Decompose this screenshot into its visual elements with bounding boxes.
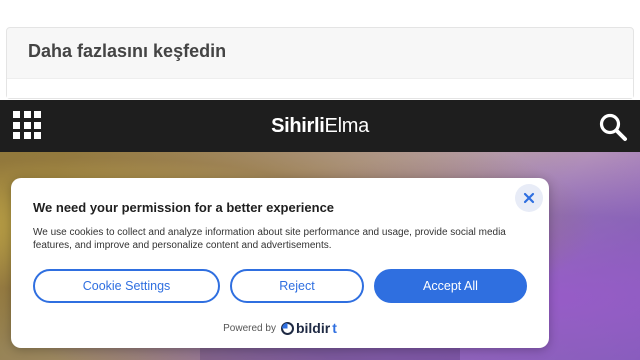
search-icon[interactable] — [598, 112, 628, 142]
logo-light-text: Elma — [324, 115, 370, 137]
site-logo[interactable]: SihirliElma — [0, 115, 640, 138]
accept-all-button[interactable]: Accept All — [374, 269, 527, 303]
reject-button[interactable]: Reject — [230, 269, 364, 303]
close-button[interactable] — [515, 184, 543, 212]
close-icon — [523, 192, 535, 204]
powered-by: Powered by bildir t — [11, 320, 549, 336]
brand-main-text: bildir — [295, 320, 331, 336]
site-header: SihirliElma — [0, 100, 640, 152]
consent-text: We use cookies to collect and analyze in… — [33, 227, 506, 251]
bildirt-logo-icon — [280, 321, 294, 335]
bildirt-logo[interactable]: bildir t — [280, 320, 337, 336]
consent-title: We need your permission for a better exp… — [33, 200, 335, 215]
logo-strong-text: Sihirli — [271, 115, 325, 137]
discover-title: Daha fazlasını keşfedin — [28, 41, 227, 61]
cookie-settings-button[interactable]: Cookie Settings — [33, 269, 220, 303]
cookie-consent-dialog: We need your permission for a better exp… — [11, 178, 549, 348]
discover-body — [7, 78, 633, 98]
powered-by-label: Powered by — [223, 322, 276, 334]
page: Daha fazlasını keşfedin SihirliElma We n… — [0, 0, 640, 360]
brand-accent-text: t — [332, 320, 337, 336]
discover-card: Daha fazlasını keşfedin — [6, 27, 634, 99]
